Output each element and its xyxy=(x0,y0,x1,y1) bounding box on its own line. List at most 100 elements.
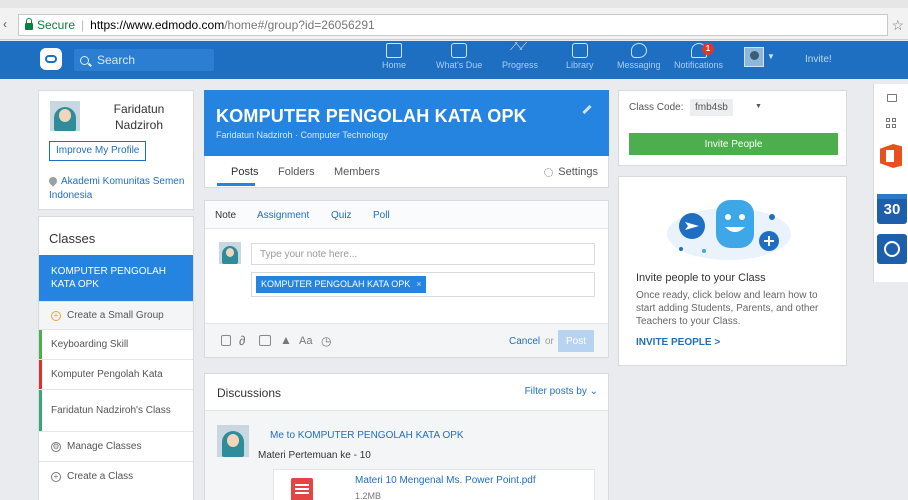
invite-card-title: Invite people to your Class xyxy=(636,272,766,284)
chevron-down-icon: ⌄ xyxy=(589,386,598,397)
recipient-field[interactable]: KOMPUTER PENGOLAH KATA OPK × xyxy=(251,272,595,297)
post-body: Materi Pertemuan ke - 10 xyxy=(258,450,371,461)
filter-label: Filter posts by xyxy=(524,386,587,397)
library-icon xyxy=(571,43,588,58)
invite-people-link[interactable]: INVITE PEOPLE > xyxy=(636,337,720,348)
search-box[interactable] xyxy=(74,49,214,71)
nav-home[interactable]: Home xyxy=(382,43,406,77)
invite-people-button[interactable]: Invite People xyxy=(629,133,838,155)
decor-dot xyxy=(679,247,683,251)
nav-whats-due[interactable]: What's Due xyxy=(436,43,482,77)
library-icon[interactable] xyxy=(259,335,271,346)
note-input[interactable] xyxy=(251,243,595,265)
create-small-group[interactable]: + Create a Small Group xyxy=(39,301,193,329)
invite-card-description: Once ready, click below and learn how to… xyxy=(636,290,819,327)
gear-icon xyxy=(544,167,554,177)
search-task-icon[interactable] xyxy=(877,234,907,264)
file-icon[interactable] xyxy=(221,335,231,346)
cancel-link[interactable]: Cancel xyxy=(509,336,540,347)
nav-progress[interactable]: Progress xyxy=(502,41,539,77)
or-text: or xyxy=(545,336,554,347)
attachment-name[interactable]: Materi 10 Mengenal Ms. Power Point.pdf xyxy=(355,475,536,486)
chevron-down-icon[interactable]: ▼ xyxy=(755,103,762,110)
nav-messaging[interactable]: Messaging xyxy=(617,43,661,77)
filter-posts-dropdown[interactable]: Filter posts by ⌄ xyxy=(525,386,598,397)
tab-quiz[interactable]: Quiz xyxy=(331,210,352,221)
invite-illustration xyxy=(667,200,791,260)
office-icon[interactable] xyxy=(880,144,902,168)
decor-dot xyxy=(769,214,775,220)
tab-members[interactable]: Members xyxy=(334,166,380,178)
school-link[interactable]: Akademi Komunitas Semen Indonesia xyxy=(47,175,191,203)
nav-whats-due-label: What's Due xyxy=(436,60,483,70)
profile-photo[interactable] xyxy=(50,101,80,131)
back-icon[interactable]: ‹ xyxy=(3,17,7,31)
nav-library[interactable]: Library xyxy=(566,43,594,77)
post-button[interactable]: Post xyxy=(558,330,594,352)
mascot-body xyxy=(716,200,754,248)
user-avatar[interactable] xyxy=(744,47,764,67)
progress-icon xyxy=(510,41,528,58)
post-avatar[interactable] xyxy=(217,425,249,457)
clock-icon[interactable]: ◷ xyxy=(321,334,331,348)
attachment[interactable]: Materi 10 Mengenal Ms. Power Point.pdf 1… xyxy=(273,469,595,500)
calendar-icon[interactable]: 30 xyxy=(877,194,907,224)
class-code-value: fmb4sb xyxy=(690,99,733,116)
font-format-icon[interactable]: Aa xyxy=(299,335,312,347)
nav-notifications[interactable]: Notifications xyxy=(674,43,723,77)
discussions-panel: Discussions Filter posts by ⌄ Me to KOMP… xyxy=(204,373,609,500)
recipient-chip[interactable]: KOMPUTER PENGOLAH KATA OPK × xyxy=(256,276,427,293)
class-item-faridatun[interactable]: Faridatun Nadziroh's Class xyxy=(39,389,193,431)
class-item-keyboarding[interactable]: Keyboarding Skill xyxy=(39,329,193,359)
chevron-down-icon[interactable]: ▼ xyxy=(767,52,775,61)
tab-poll[interactable]: Poll xyxy=(373,210,390,221)
invite-link[interactable]: Invite! xyxy=(805,54,832,65)
nav-library-label: Library xyxy=(566,60,594,70)
group-subtitle: Faridatun Nadziroh · Computer Technology xyxy=(216,130,388,140)
secure-label: Secure xyxy=(37,18,76,32)
pencil-icon[interactable] xyxy=(582,104,592,115)
class-item-label: Faridatun Nadziroh's Class xyxy=(51,405,171,416)
class-item-komputer[interactable]: Komputer Pengolah Kata xyxy=(39,359,193,389)
settings-link[interactable]: Settings xyxy=(544,166,598,178)
profile-card: Faridatun Nadziroh Improve My Profile Ak… xyxy=(38,90,194,210)
active-tab-indicator xyxy=(217,183,255,186)
manage-classes[interactable]: ⚙ Manage Classes xyxy=(39,431,193,461)
search-input[interactable] xyxy=(97,53,207,67)
create-small-group-label: Create a Small Group xyxy=(67,310,164,321)
drive-icon[interactable]: ▲ xyxy=(280,333,292,347)
store-icon[interactable] xyxy=(887,94,897,102)
nav-progress-label: Progress xyxy=(502,60,539,70)
profile-name[interactable]: Faridatun Nadziroh xyxy=(89,101,189,133)
class-item-active[interactable]: KOMPUTER PENGOLAH KATA OPK xyxy=(39,255,193,301)
composer-tabs: Note Assignment Quiz Poll xyxy=(205,201,608,229)
link-icon[interactable]: ∂ xyxy=(239,333,245,348)
tab-assignment[interactable]: Assignment xyxy=(257,210,309,221)
composer-footer: ∂ ▲ Aa ◷ Cancel or Post xyxy=(205,323,608,357)
url-bar[interactable]: Secure | https://www.edmodo.com /home#/g… xyxy=(18,14,888,36)
plus-circle-icon: + xyxy=(51,310,61,321)
school-name: Akademi Komunitas Semen Indonesia xyxy=(49,176,185,201)
mascot-eye-left xyxy=(725,214,731,220)
improve-profile-button[interactable]: Improve My Profile xyxy=(49,141,147,161)
post-header[interactable]: Me to KOMPUTER PENGOLAH KATA OPK xyxy=(270,430,464,441)
tab-folders[interactable]: Folders xyxy=(278,166,315,178)
class-item-label: Komputer Pengolah Kata xyxy=(51,369,163,380)
discussions-title: Discussions xyxy=(217,386,282,400)
browser-address-bar: ‹ Secure | https://www.edmodo.com /home#… xyxy=(0,0,908,40)
tab-note[interactable]: Note xyxy=(215,210,236,221)
apps-grid-icon[interactable] xyxy=(886,118,897,129)
nav-messaging-label: Messaging xyxy=(617,60,661,70)
calendar-icon xyxy=(451,43,468,58)
group-tabs: Posts Folders Members Settings xyxy=(204,156,609,188)
bookmark-star-icon[interactable]: ☆ xyxy=(891,17,904,34)
close-icon[interactable]: × xyxy=(416,276,421,293)
edmodo-logo-icon[interactable] xyxy=(40,48,62,70)
invite-card: Invite people to your Class Once ready, … xyxy=(618,176,847,366)
calendar-day: 30 xyxy=(883,201,901,218)
message-icon xyxy=(630,43,647,58)
tab-posts[interactable]: Posts xyxy=(231,166,259,178)
create-class[interactable]: + Create a Class xyxy=(39,461,193,491)
office-side-strip: 30 xyxy=(873,84,908,282)
classes-heading: Classes xyxy=(49,231,96,246)
